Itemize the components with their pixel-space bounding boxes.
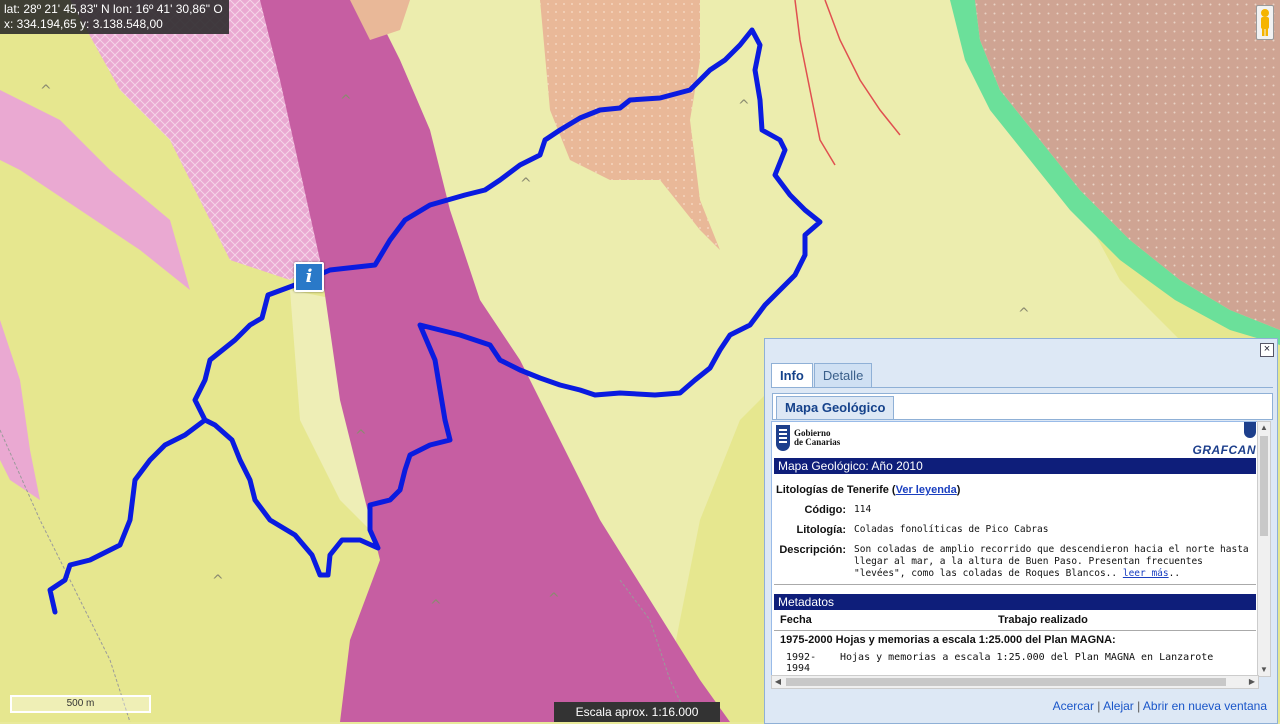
meta-row-date: 1992- 1994 — [786, 652, 817, 674]
map-arrow-glyph: ^ — [340, 93, 352, 109]
hscroll-thumb[interactable] — [786, 678, 1226, 686]
vertical-scrollbar[interactable]: ▲ ▼ — [1257, 421, 1271, 677]
ver-leyenda-link[interactable]: Ver leyenda — [896, 484, 957, 496]
horizontal-scrollbar[interactable]: ◀ ▶ — [771, 675, 1259, 689]
panel-tabs: Info Detalle — [771, 363, 873, 388]
meta-col-trabajo: Trabajo realizado — [998, 614, 1088, 626]
info-panel: × Info Detalle Mapa Geológico Gobierno de… — [764, 338, 1278, 724]
scalebar: 500 m — [10, 695, 151, 713]
litologia-value: Coladas fonolíticas de Pico Cabras — [854, 524, 1049, 535]
leer-mas-link[interactable]: leer más — [1123, 568, 1169, 579]
scroll-right-icon[interactable]: ▶ — [1246, 676, 1258, 688]
map-arrow-glyph: ^ — [430, 598, 442, 614]
grafcan-wordmark: GRAFCAN — [1192, 443, 1256, 457]
map-arrow-glyph: ^ — [212, 573, 224, 589]
subtab-mapa-geologico[interactable]: Mapa Geológico — [776, 396, 895, 420]
litologia-key: Litología: — [796, 524, 847, 536]
panel-links: Acercar | Alejar | Abrir en nueva ventan… — [1052, 699, 1267, 713]
coordinate-readout: lat: 28º 21' 45,83" N lon: 16º 41' 30,86… — [0, 0, 229, 34]
map-arrow-glyph: ^ — [355, 428, 367, 444]
grafcan-shield-icon — [1244, 422, 1256, 438]
codigo-key: Código: — [804, 504, 846, 516]
grafcan-logo: GRAFCAN — [1192, 422, 1256, 457]
panel-content[interactable]: Gobierno de Canarias GRAFCAN Mapa Geológ… — [771, 421, 1259, 677]
alejar-link[interactable]: Alejar — [1103, 699, 1134, 713]
meta-col-fecha: Fecha — [780, 614, 812, 626]
tab-divider — [771, 387, 1273, 388]
scale-text: Escala aprox. 1:16.000 — [554, 702, 720, 722]
section-header-metadatos: Metadatos — [774, 594, 1256, 610]
litologias-title: Litologías de Tenerife (Ver leyenda) — [776, 484, 961, 496]
tab-detalle[interactable]: Detalle — [813, 363, 873, 388]
coords-xy: x: 334.194,65 y: 3.138.548,00 — [4, 17, 163, 31]
gobierno-canarias-logo: Gobierno de Canarias — [776, 425, 840, 451]
scroll-up-icon[interactable]: ▲ — [1258, 422, 1270, 434]
meta-row-text: Hojas y memorias a escala 1:25.000 del P… — [840, 652, 1214, 663]
descripcion-key: Descripción: — [779, 544, 846, 556]
meta-group-title: 1975-2000 Hojas y memorias a escala 1:25… — [780, 634, 1116, 646]
descripcion-value: Son coladas de amplio recorrido que desc… — [854, 544, 1249, 579]
scroll-thumb[interactable] — [1260, 436, 1268, 536]
subtab-bar: Mapa Geológico — [772, 393, 1273, 420]
codigo-value: 114 — [854, 504, 872, 515]
separator — [774, 630, 1256, 631]
map-arrow-glyph: ^ — [738, 98, 750, 114]
streetview-pegman-icon[interactable] — [1256, 5, 1274, 40]
map-arrow-glyph: ^ — [520, 176, 532, 192]
canarias-shield-icon — [776, 425, 790, 451]
map-arrow-glyph: ^ — [40, 83, 52, 99]
scroll-left-icon[interactable]: ◀ — [772, 676, 784, 688]
info-marker-icon[interactable]: i — [294, 262, 324, 292]
close-icon[interactable]: × — [1260, 343, 1274, 357]
acercar-link[interactable]: Acercar — [1053, 699, 1094, 713]
coords-latlon: lat: 28º 21' 45,83" N lon: 16º 41' 30,86… — [4, 2, 223, 16]
scroll-down-icon[interactable]: ▼ — [1258, 664, 1270, 676]
abrir-nueva-ventana-link[interactable]: Abrir en nueva ventana — [1143, 699, 1267, 713]
logo-left-line2: de Canarias — [794, 437, 841, 447]
tab-info[interactable]: Info — [771, 363, 813, 388]
separator — [774, 584, 1256, 585]
map-arrow-glyph: ^ — [1018, 306, 1030, 322]
section-header-mapa: Mapa Geológico: Año 2010 — [774, 458, 1256, 474]
map-arrow-glyph: ^ — [548, 591, 560, 607]
